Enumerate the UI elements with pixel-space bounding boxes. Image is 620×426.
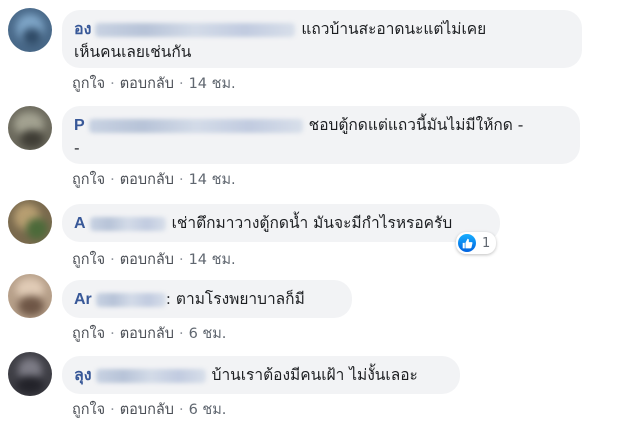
avatar[interactable] (8, 8, 52, 52)
like-link[interactable]: ถูกใจ (72, 252, 105, 268)
timestamp[interactable]: 14 ชม. (189, 172, 236, 188)
blurred-name (95, 368, 206, 383)
reply-link[interactable]: ตอบกลับ (120, 326, 174, 342)
reply-link[interactable]: ตอบกลับ (120, 252, 174, 268)
commenter-name[interactable]: อง (74, 21, 91, 38)
comment-text-line2: เห็นคนเลยเช่นกัน (74, 43, 192, 61)
timestamp[interactable]: 6 ชม. (189, 326, 227, 342)
commenter-name[interactable]: A (74, 215, 86, 232)
comment-text-line2: - (74, 139, 80, 157)
commenter-name[interactable]: P (74, 117, 85, 134)
avatar[interactable] (8, 106, 52, 150)
like-link[interactable]: ถูกใจ (72, 76, 105, 92)
blurred-name (95, 292, 166, 307)
blurred-name (95, 22, 296, 37)
timestamp[interactable]: 6 ชม. (189, 402, 227, 418)
blurred-name (89, 216, 166, 231)
comment-text: แถวบ้านสะอาดนะแต่ไม่เคย (301, 20, 487, 38)
comment-bubble: Ar : ตามโรงพยาบาลก็มี (62, 280, 352, 318)
comment-actions: ถูกใจ · ตอบกลับ · 14 ชม. (72, 252, 236, 268)
timestamp[interactable]: 14 ชม. (189, 76, 236, 92)
comment-bubble: P ชอบตู้กดแต่แถวนี้มันไม่มีให้กด - - (62, 106, 580, 164)
avatar[interactable] (8, 274, 52, 318)
comment-bubble: ลุง บ้านเราต้องมีคนเฝ้า ไม่งั้นเลอะ (62, 356, 460, 394)
timestamp[interactable]: 14 ชม. (189, 252, 236, 268)
reaction-count: 1 (482, 235, 491, 251)
avatar[interactable] (8, 352, 52, 396)
reply-link[interactable]: ตอบกลับ (120, 172, 174, 188)
comment-text: : ตามโรงพยาบาลก็มี (165, 290, 305, 308)
comment-text: ชอบตู้กดแต่แถวนี้มันไม่มีให้กด - (308, 116, 524, 134)
comment-actions: ถูกใจ · ตอบกลับ · 6 ชม. (72, 402, 227, 418)
reaction-badge[interactable]: 1 (456, 232, 497, 254)
commenter-name[interactable]: Ar (74, 291, 92, 308)
comment-actions: ถูกใจ · ตอบกลับ · 6 ชม. (72, 326, 227, 342)
comment-actions: ถูกใจ · ตอบกลับ · 14 ชม. (72, 172, 236, 188)
comment-bubble: A เช่าตึกมาวางตู้กดน้ำ มันจะมีกำไรหรอครับ (62, 204, 500, 242)
comment-actions: ถูกใจ · ตอบกลับ · 14 ชม. (72, 76, 236, 92)
avatar[interactable] (8, 200, 52, 244)
blurred-name (88, 118, 303, 133)
reply-link[interactable]: ตอบกลับ (120, 402, 174, 418)
commenter-name[interactable]: ลุง (74, 367, 92, 384)
reply-link[interactable]: ตอบกลับ (120, 76, 174, 92)
like-link[interactable]: ถูกใจ (72, 402, 105, 418)
comment-bubble: อง แถวบ้านสะอาดนะแต่ไม่เคย เห็นคนเลยเช่นก… (62, 10, 582, 68)
like-link[interactable]: ถูกใจ (72, 326, 105, 342)
comment-text: บ้านเราต้องมีคนเฝ้า ไม่งั้นเลอะ (211, 366, 418, 384)
like-link[interactable]: ถูกใจ (72, 172, 105, 188)
like-reaction-icon (458, 234, 476, 252)
comment-text: เช่าตึกมาวางตู้กดน้ำ มันจะมีกำไรหรอครับ (171, 214, 453, 232)
